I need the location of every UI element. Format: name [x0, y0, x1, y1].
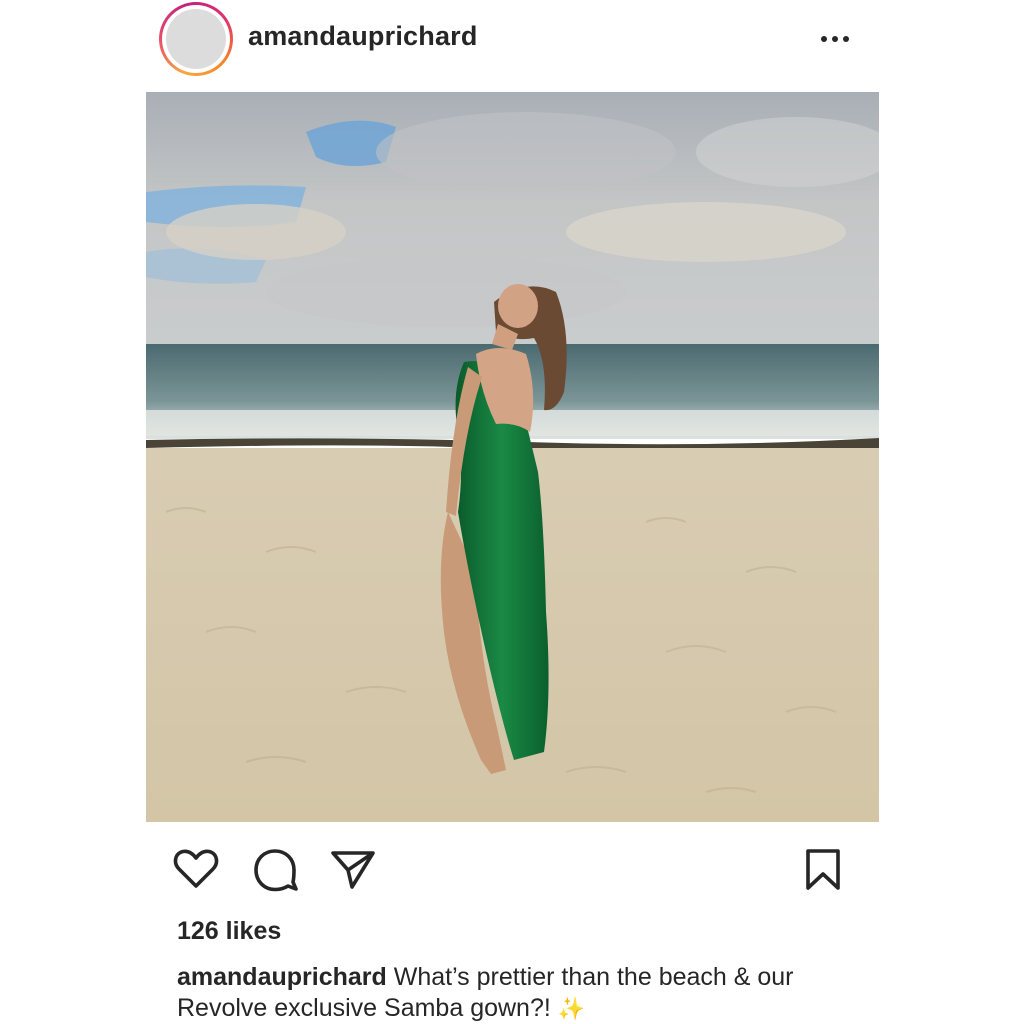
paper-plane-icon[interactable] [330, 848, 376, 895]
story-ring[interactable] [159, 2, 233, 76]
likes-count[interactable]: 126 likes [177, 917, 281, 946]
avatar[interactable] [166, 9, 226, 69]
bookmark-icon[interactable] [803, 848, 843, 897]
post-username[interactable]: amandauprichard [248, 21, 478, 52]
post-photo[interactable] [146, 92, 879, 822]
post-caption: amandauprichard What’s prettier than the… [177, 962, 867, 1024]
instagram-post: amandauprichard 126 likes amandauprichar… [0, 0, 1024, 1024]
avatar-frame [162, 5, 230, 73]
more-options-icon[interactable] [816, 24, 856, 54]
comment-icon[interactable] [253, 848, 299, 897]
heart-icon[interactable] [173, 848, 219, 895]
sparkles-emoji: ✨ [557, 996, 586, 1021]
caption-username[interactable]: amandauprichard [177, 963, 387, 991]
